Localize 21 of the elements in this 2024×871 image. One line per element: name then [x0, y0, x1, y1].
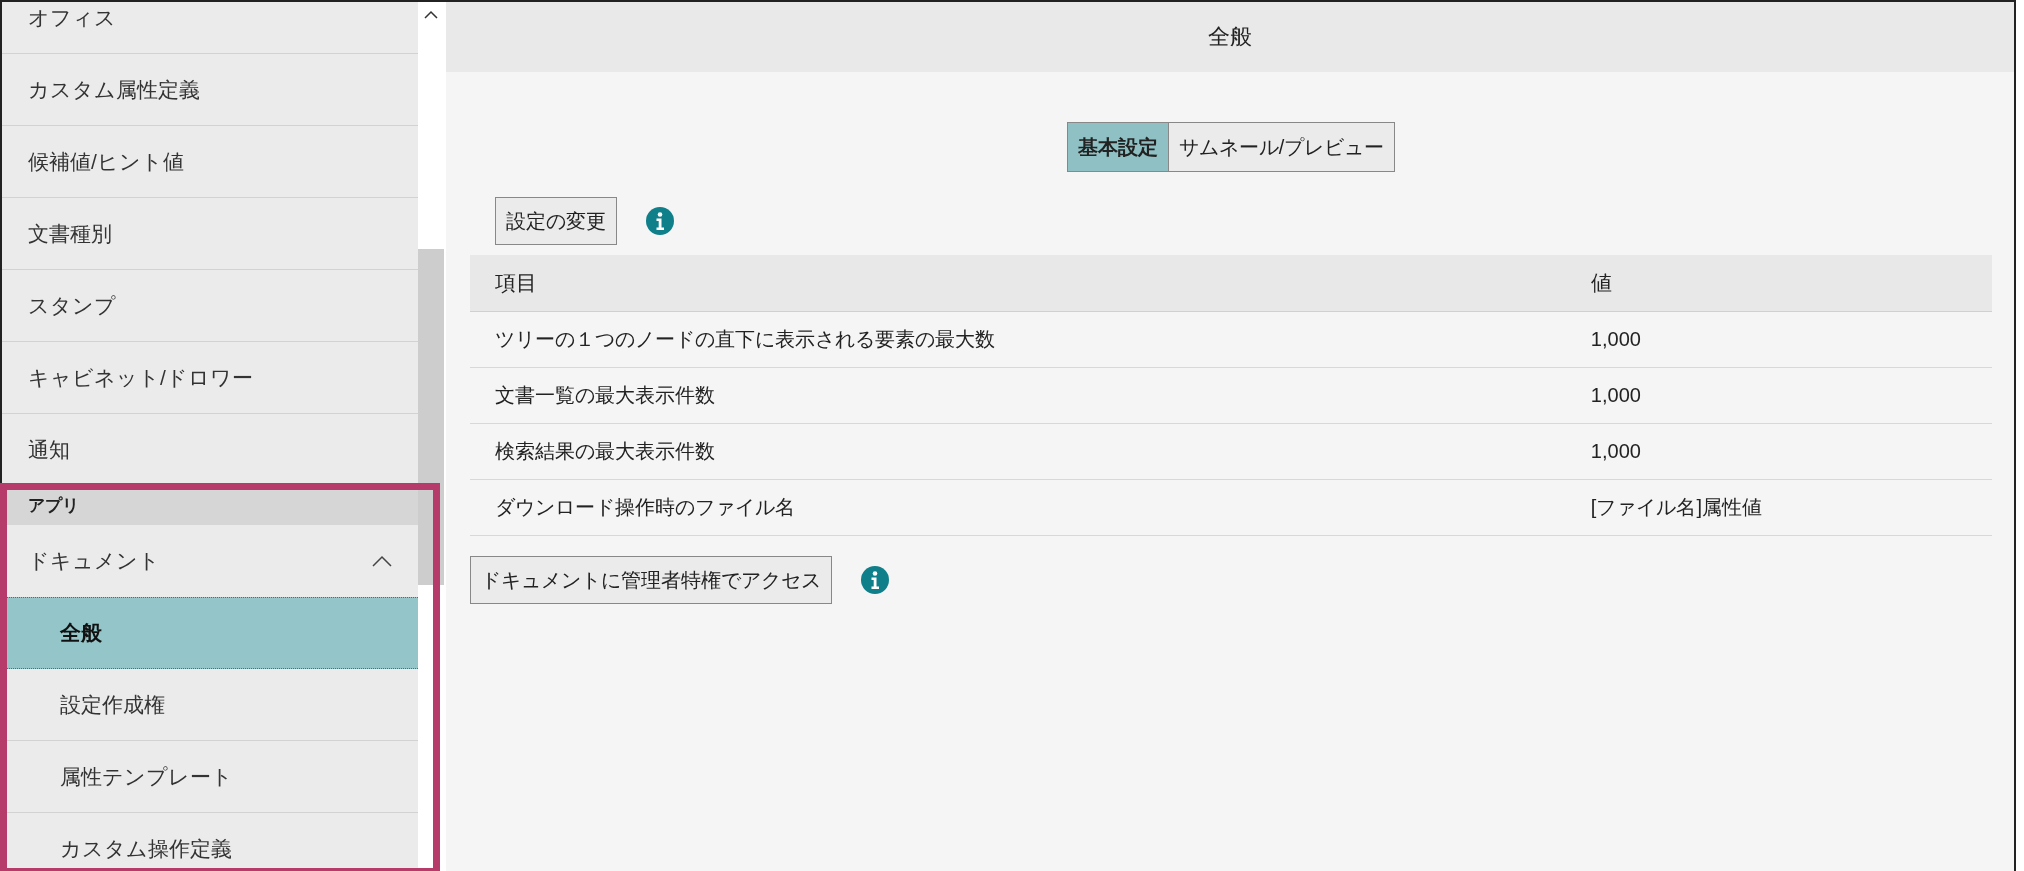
- scroll-up-icon[interactable]: [424, 10, 438, 19]
- table-cell: 文書一覧の最大表示件数: [470, 367, 1566, 424]
- admin-access-button[interactable]: ドキュメントに管理者特権でアクセス: [470, 556, 832, 604]
- nav-group[interactable]: ドキュメント: [2, 525, 418, 597]
- column-header: 項目: [470, 255, 1566, 312]
- page-title: 全般: [446, 2, 2014, 72]
- table-cell: 検索結果の最大表示件数: [470, 423, 1566, 480]
- tab[interactable]: 基本設定: [1066, 122, 1169, 172]
- info-icon[interactable]: [860, 565, 890, 595]
- change-settings-button[interactable]: 設定の変更: [495, 197, 617, 245]
- table-cell: ツリーの１つのノードの直下に表示される要素の最大数: [470, 311, 1566, 368]
- scrollbar-thumb[interactable]: [418, 249, 444, 585]
- tab[interactable]: サムネール/プレビュー: [1168, 122, 1396, 172]
- column-header: 値: [1565, 255, 1992, 312]
- info-icon[interactable]: [645, 206, 675, 236]
- table-cell: 1,000: [1565, 423, 1992, 480]
- table-cell: 1,000: [1565, 311, 1992, 368]
- table-cell: [ファイル名]属性値: [1565, 479, 1992, 536]
- table-cell: ダウンロード操作時のファイル名: [470, 479, 1566, 536]
- table-cell: 1,000: [1565, 367, 1992, 424]
- chevron-icon: [372, 555, 392, 567]
